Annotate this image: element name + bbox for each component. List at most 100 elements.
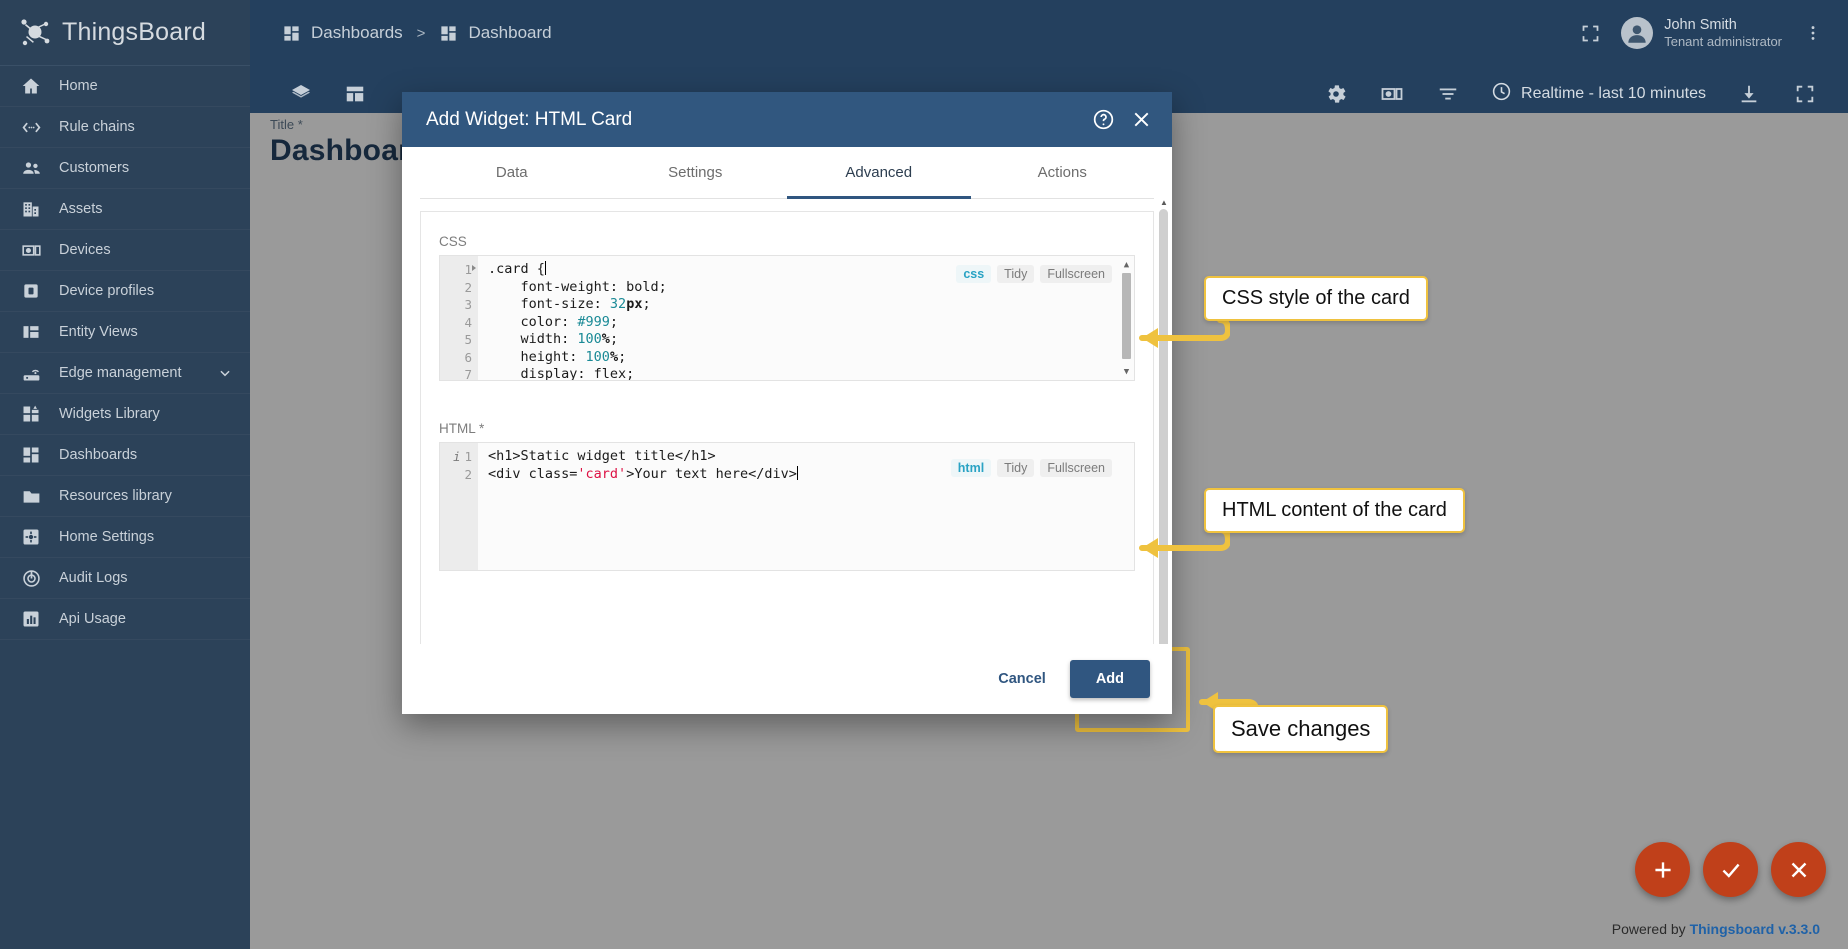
tab-advanced[interactable]: Advanced [787, 147, 971, 199]
sidebar-item-label: Resources library [59, 488, 172, 504]
css-editor-tools: css Tidy Fullscreen [956, 265, 1112, 283]
breadcrumb-current[interactable]: Dashboard [468, 23, 551, 43]
resources-library-icon [20, 485, 42, 507]
tab-settings[interactable]: Settings [604, 147, 788, 198]
html-fullscreen-button[interactable]: Fullscreen [1040, 459, 1112, 477]
apply-changes-fab[interactable] [1703, 842, 1758, 897]
topbar-actions: John Smith Tenant administrator [1577, 16, 1826, 50]
layers-icon[interactable] [288, 81, 314, 107]
css-label: CSS [439, 234, 467, 249]
edge-management-icon [20, 362, 42, 384]
home-icon [20, 75, 42, 97]
fullscreen-icon[interactable] [1577, 20, 1603, 46]
css-editor[interactable]: 123456789 .card { font-weight: bold; fon… [439, 255, 1135, 381]
powered-prefix: Powered by [1611, 921, 1690, 937]
line-number: 6 [464, 349, 472, 365]
sidebar-item-entity-views[interactable]: Entity Views [0, 312, 250, 353]
css-editor-scrollbar[interactable]: ▲ ▼ [1121, 259, 1132, 377]
css-fullscreen-button[interactable]: Fullscreen [1040, 265, 1112, 283]
sidebar-item-label: Audit Logs [59, 570, 128, 586]
fold-arrow-icon[interactable] [472, 265, 476, 271]
sidebar-item-audit-logs[interactable]: Audit Logs [0, 558, 250, 599]
dialog-title: Add Widget: HTML Card [426, 108, 633, 130]
sidebar-item-label: Widgets Library [59, 406, 160, 422]
html-tidy-button[interactable]: Tidy [997, 459, 1035, 477]
sidebar: ThingsBoard Home Rule chains Customers A… [0, 0, 250, 949]
line-number: 3 [464, 297, 472, 312]
dashboard-layout-icon[interactable] [342, 81, 368, 107]
help-icon[interactable] [1088, 105, 1118, 135]
sidebar-item-dashboards[interactable]: Dashboards [0, 435, 250, 476]
line-number: 7 [464, 367, 472, 381]
scroll-up-icon[interactable]: ▲ [1160, 199, 1168, 207]
chevron-down-icon[interactable] [218, 366, 232, 380]
time-range-selector[interactable]: Realtime - last 10 minutes [1491, 81, 1706, 107]
add-widget-fab[interactable] [1635, 842, 1690, 897]
html-mode-badge[interactable]: html [950, 459, 992, 477]
css-tidy-button[interactable]: Tidy [997, 265, 1035, 283]
sidebar-item-devices[interactable]: Devices [0, 230, 250, 271]
callout-save: Save changes [1213, 705, 1389, 753]
html-gutter: i12 [440, 443, 478, 570]
gear-icon[interactable] [1323, 81, 1349, 107]
cancel-button[interactable]: Cancel [988, 663, 1056, 695]
code-line: display: flex; [488, 366, 635, 381]
sidebar-item-assets[interactable]: Assets [0, 189, 250, 230]
sidebar-item-label: Rule chains [59, 119, 135, 135]
entity-views-icon [20, 321, 42, 343]
sidebar-item-widgets-library[interactable]: Widgets Library [0, 394, 250, 435]
sidebar-item-label: Edge management [59, 365, 182, 381]
scroll-up-icon[interactable]: ▲ [1121, 259, 1132, 270]
callout-css: CSS style of the card [1204, 276, 1428, 321]
html-editor[interactable]: i12 <h1>Static widget title</h1> <div cla… [439, 442, 1135, 571]
user-menu[interactable]: John Smith Tenant administrator [1621, 16, 1782, 50]
sidebar-item-home-settings[interactable]: Home Settings [0, 517, 250, 558]
dialog-body: Data Settings Advanced Actions CSS 12345… [402, 147, 1172, 644]
download-icon[interactable] [1736, 81, 1762, 107]
line-number: 4 [464, 314, 472, 330]
close-icon[interactable] [1126, 105, 1156, 135]
add-button[interactable]: Add [1069, 660, 1150, 698]
sidebar-item-rule-chains[interactable]: Rule chains [0, 107, 250, 148]
sidebar-item-api-usage[interactable]: Api Usage [0, 599, 250, 640]
dialog-header: Add Widget: HTML Card [402, 92, 1172, 147]
brand[interactable]: ThingsBoard [0, 0, 250, 66]
scrollbar-thumb[interactable] [1122, 273, 1131, 359]
widgets-library-icon [20, 403, 42, 425]
advanced-panel: CSS 123456789 .card { font-weight: bold;… [420, 211, 1154, 644]
clock-icon [1491, 81, 1512, 107]
filter-icon[interactable] [1435, 81, 1461, 107]
dialog-scrollbar[interactable]: ▲ ▼ [1159, 199, 1168, 644]
brand-name: ThingsBoard [62, 18, 206, 46]
line-number: 2 [464, 466, 472, 482]
breadcrumb: Dashboards > Dashboard [282, 23, 552, 43]
sidebar-item-edge-management[interactable]: Edge management [0, 353, 250, 394]
scrollbar-thumb[interactable] [1159, 209, 1168, 644]
tab-data[interactable]: Data [420, 147, 604, 198]
tab-actions[interactable]: Actions [971, 147, 1155, 198]
sidebar-item-home[interactable]: Home [0, 66, 250, 107]
device-profiles-icon [20, 280, 42, 302]
css-mode-badge[interactable]: css [956, 265, 992, 283]
thingsboard-app: ThingsBoard Home Rule chains Customers A… [0, 0, 1848, 949]
line-number: 1 [440, 261, 476, 279]
powered-by-footer: Powered by Thingsboard v.3.3.0 [1612, 921, 1820, 937]
thingsboard-version-link[interactable]: Thingsboard v.3.3.0 [1690, 921, 1820, 937]
thingsboard-logo-icon [18, 16, 52, 50]
dashboards-icon [20, 444, 42, 466]
scroll-down-icon[interactable]: ▼ [1121, 366, 1132, 377]
breadcrumb-root[interactable]: Dashboards [311, 23, 403, 43]
fullscreen-icon[interactable] [1792, 81, 1818, 107]
sidebar-item-customers[interactable]: Customers [0, 148, 250, 189]
more-vertical-icon[interactable] [1800, 20, 1826, 46]
sidebar-item-device-profiles[interactable]: Device profiles [0, 271, 250, 312]
audit-logs-icon [20, 567, 42, 589]
css-gutter: 123456789 [440, 256, 478, 380]
display-icon[interactable] [1379, 81, 1405, 107]
dialog-tabs: Data Settings Advanced Actions [420, 147, 1154, 199]
html-field: HTML * i12 <h1>Static widget title</h1> <… [439, 421, 1135, 571]
cancel-changes-fab[interactable] [1771, 842, 1826, 897]
sidebar-item-resources-library[interactable]: Resources library [0, 476, 250, 517]
home-settings-icon [20, 526, 42, 548]
topbar: Dashboards > Dashboard John Smith Tenant… [250, 0, 1848, 66]
